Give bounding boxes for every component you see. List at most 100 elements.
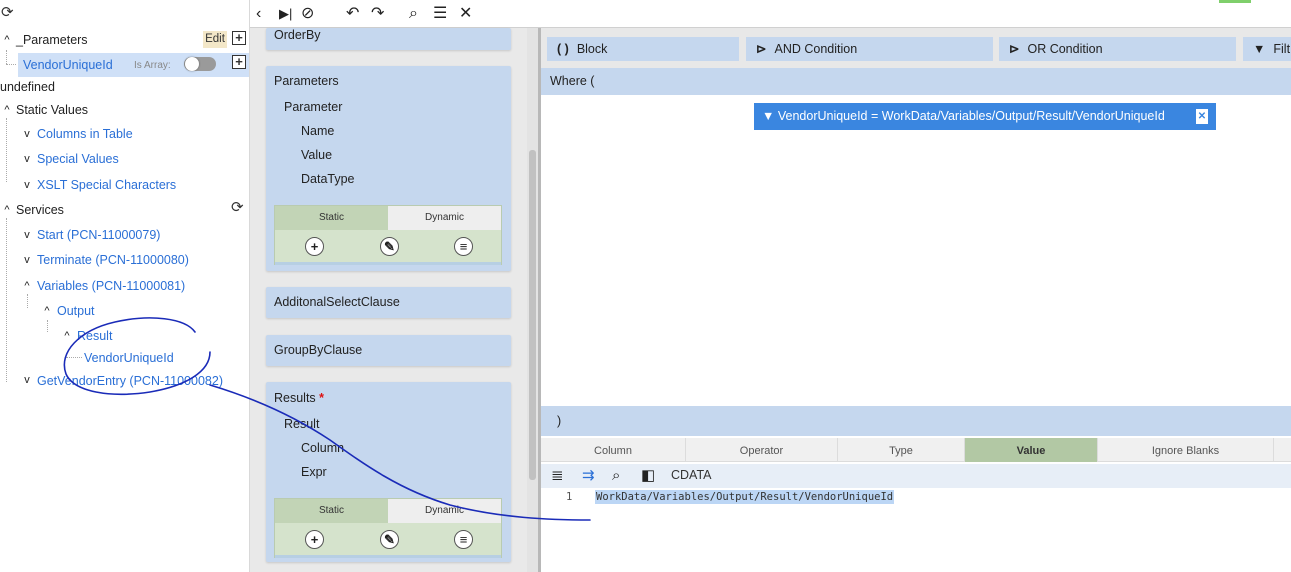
tree-node-vendoruniqueid[interactable]: VendorUniqueId	[84, 350, 174, 366]
search-icon[interactable]: ⌕	[409, 5, 418, 23]
and-gate-icon: ⊳	[756, 42, 767, 56]
tab-type[interactable]: Type	[838, 438, 965, 462]
book-icon[interactable]: ◧	[641, 467, 655, 485]
redo-icon[interactable]: ↷	[371, 5, 384, 23]
filter-icon: ▼	[1253, 42, 1266, 56]
align-icon[interactable]: ≣	[551, 467, 564, 485]
chevron-down-icon[interactable]: v	[21, 372, 33, 388]
add-parameter-icon[interactable]: +	[232, 31, 246, 45]
results-title-text: Results	[274, 391, 316, 405]
wrap-icon[interactable]: ⇉	[582, 467, 595, 485]
groupby-card[interactable]: GroupByClause	[266, 335, 511, 366]
is-array-toggle[interactable]	[184, 57, 216, 71]
where-footer: )	[541, 406, 1291, 436]
tree-node-result[interactable]: Result	[77, 328, 112, 344]
additional-select-card[interactable]: AdditonalSelectClause	[266, 287, 511, 318]
tab-column[interactable]: Column	[541, 438, 686, 462]
tree-node-parameters[interactable]: _Parameters	[16, 32, 88, 48]
search-icon[interactable]: ⌕	[612, 467, 620, 485]
tree-connector	[6, 218, 7, 382]
close-icon[interactable]: ✕	[459, 5, 472, 23]
delete-icon[interactable]: ✕	[1196, 109, 1208, 124]
edit-notes-icon[interactable]: ≡	[454, 530, 473, 549]
dynamic-tab[interactable]: Dynamic	[388, 499, 501, 523]
back-icon[interactable]: ‹	[256, 5, 261, 23]
tree-connector	[66, 357, 82, 358]
undefined-label: undefined	[0, 80, 55, 94]
condition-chip[interactable]: ▼ VendorUniqueId = WorkData/Variables/Ou…	[754, 103, 1216, 130]
chevron-down-icon[interactable]: v	[21, 227, 33, 243]
static-tab[interactable]: Static	[275, 206, 388, 230]
tab-value[interactable]: Value	[965, 438, 1098, 462]
chevron-down-icon[interactable]: v	[21, 252, 33, 268]
chevron-down-icon[interactable]: v	[21, 126, 33, 142]
property-tabs: Column Operator Type Value Ignore Blanks	[541, 438, 1291, 462]
or-gate-icon: ⊳	[1009, 42, 1020, 56]
filter-button[interactable]: ▼ Filt	[1243, 37, 1291, 61]
tree-connector	[6, 50, 7, 64]
value-label: Value	[301, 148, 333, 162]
tree-node-services[interactable]: Services	[16, 202, 64, 218]
chevron-up-icon[interactable]: ^	[21, 278, 33, 294]
tab-footer-bar	[275, 262, 501, 265]
tab-operator[interactable]: Operator	[686, 438, 838, 462]
tree-node-columns-in-table[interactable]: Columns in Table	[37, 126, 133, 142]
plus-icon[interactable]: +	[305, 530, 324, 549]
tree-connector	[6, 64, 16, 65]
expr-label: Expr	[301, 465, 327, 479]
window-accent	[1219, 0, 1251, 3]
name-label: Name	[301, 124, 335, 138]
code-editor-value[interactable]: WorkData/Variables/Output/Result/VendorU…	[595, 490, 895, 504]
undo-icon[interactable]: ↶	[346, 5, 359, 23]
tree-node-terminate[interactable]: Terminate (PCN-11000080)	[37, 252, 189, 268]
line-number: 1	[566, 491, 573, 503]
groupby-title: GroupByClause	[274, 343, 363, 357]
refresh-icon[interactable]: ⟳	[1, 5, 14, 21]
tree-node-xslt-special[interactable]: XSLT Special Characters	[37, 177, 176, 193]
step-icon[interactable]: ▶|	[279, 5, 292, 23]
cdata-button[interactable]: CDATA	[671, 468, 712, 482]
chevron-up-icon[interactable]: ^	[61, 328, 73, 344]
tree-node-variables[interactable]: Variables (PCN-11000081)	[37, 278, 185, 294]
tree-connector	[47, 320, 48, 332]
and-condition-button[interactable]: ⊳ AND Condition	[746, 37, 993, 61]
edit-button[interactable]: Edit	[203, 31, 227, 48]
edit-notes-icon[interactable]: ≡	[454, 237, 473, 256]
tree-node-static-values[interactable]: Static Values	[16, 102, 88, 118]
chevron-up-icon[interactable]: ^	[1, 32, 13, 48]
block-button[interactable]: ( ) Block	[547, 37, 739, 61]
middle-scrollbar-thumb[interactable]	[529, 150, 536, 480]
refresh-services-icon[interactable]: ⟳	[231, 200, 244, 216]
filter-label: Filt	[1273, 42, 1291, 56]
app-window: { "tree": { "parameters_label": "_Parame…	[0, 0, 1291, 572]
list-icon[interactable]: ☰	[433, 5, 447, 23]
edit-pencil-icon[interactable]: ✎	[380, 237, 399, 256]
is-array-label: Is Array:	[134, 60, 171, 71]
add-item-icon[interactable]: +	[232, 55, 246, 69]
tab-ignore-blanks[interactable]: Ignore Blanks	[1098, 438, 1274, 462]
results-mode-tabs: Static Dynamic + ✎ ≡	[274, 498, 502, 558]
stop-icon[interactable]: ⊘	[301, 5, 314, 23]
tree-node-getvendorentry[interactable]: GetVendorEntry (PCN-11000082)	[37, 373, 223, 389]
orderby-card[interactable]: OrderBy	[266, 28, 511, 50]
tree-node-output[interactable]: Output	[57, 303, 95, 319]
main-toolbar	[250, 0, 1291, 28]
chevron-up-icon[interactable]: ^	[1, 202, 13, 218]
edit-pencil-icon[interactable]: ✎	[380, 530, 399, 549]
chevron-up-icon[interactable]: ^	[1, 102, 13, 118]
tree-node-start[interactable]: Start (PCN-11000079)	[37, 227, 160, 243]
chevron-up-icon[interactable]: ^	[41, 303, 53, 319]
parameters-title: Parameters	[274, 74, 339, 88]
tree-connector	[27, 294, 28, 308]
tree-node-special-values[interactable]: Special Values	[37, 151, 119, 167]
plus-icon[interactable]: +	[305, 237, 324, 256]
tree-node-param-vendoruniqueid[interactable]: VendorUniqueId	[23, 57, 113, 73]
chevron-down-icon[interactable]: v	[21, 177, 33, 193]
or-condition-button[interactable]: ⊳ OR Condition	[999, 37, 1236, 61]
column-label: Column	[301, 441, 345, 455]
chevron-down-icon[interactable]: v	[21, 151, 33, 167]
result-label: Result	[284, 417, 320, 431]
required-marker: *	[319, 391, 325, 405]
static-tab[interactable]: Static	[275, 499, 388, 523]
dynamic-tab[interactable]: Dynamic	[388, 206, 501, 230]
